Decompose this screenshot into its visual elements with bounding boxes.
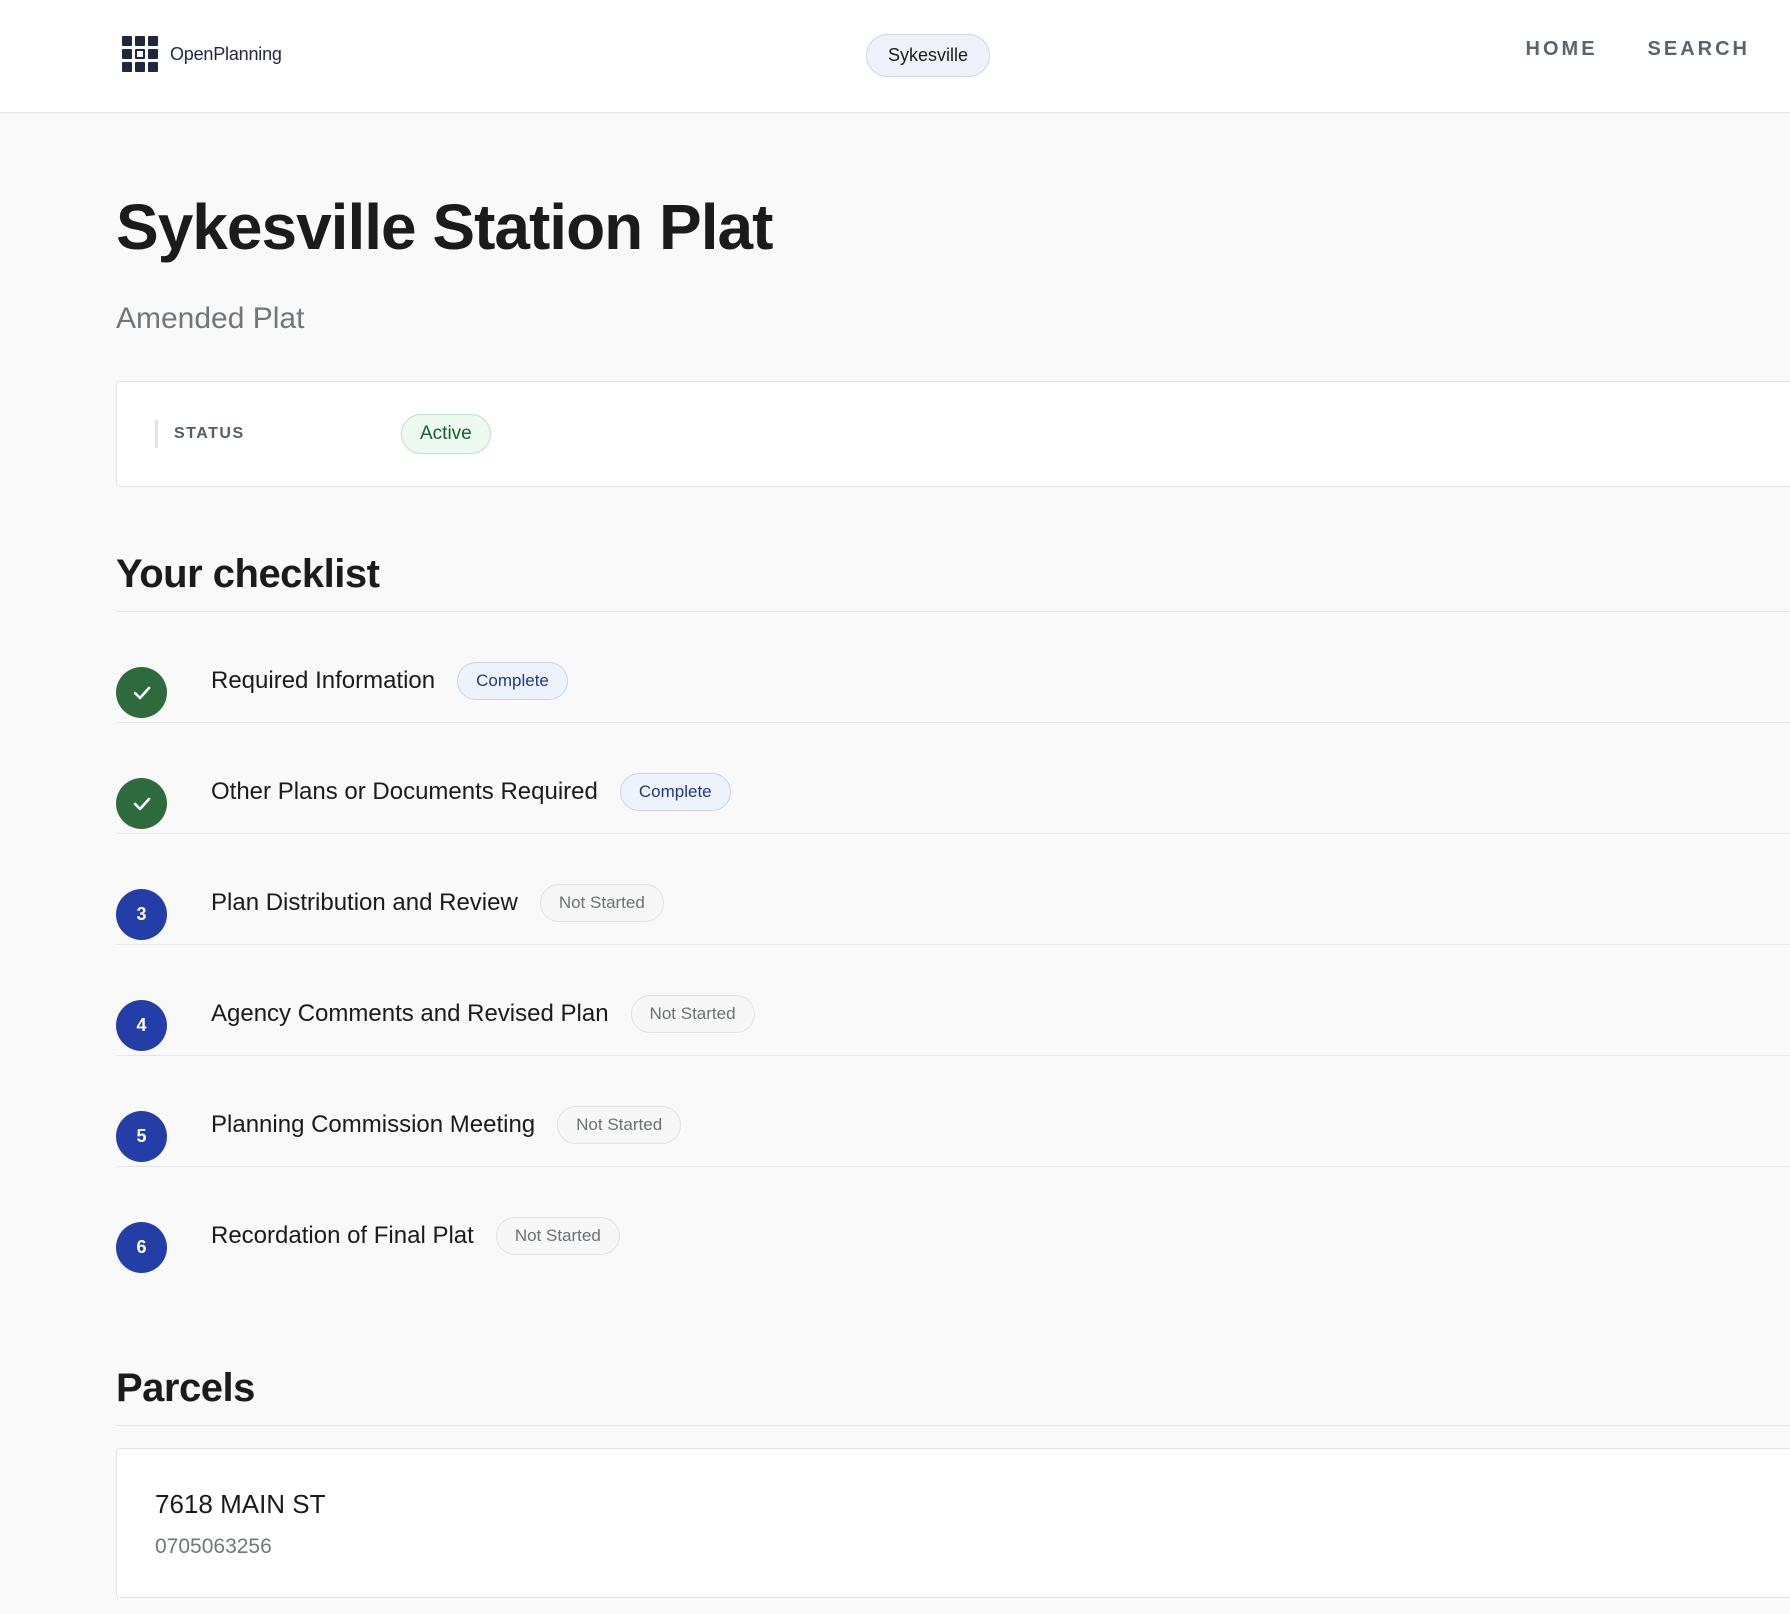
step-number: 4 xyxy=(116,1000,167,1051)
not-started-badge: Not Started xyxy=(630,995,755,1033)
not-started-badge: Not Started xyxy=(495,1217,620,1255)
check-icon xyxy=(116,667,167,718)
checklist-item-title[interactable]: Recordation of Final Plat xyxy=(211,1222,474,1250)
checklist-item[interactable]: 5 Planning Commission Meeting Not Starte… xyxy=(116,1056,1790,1167)
checklist-item[interactable]: 4 Agency Comments and Revised Plan Not S… xyxy=(116,945,1790,1056)
parcels-divider xyxy=(116,1425,1790,1426)
checklist-item-title[interactable]: Planning Commission Meeting xyxy=(211,1111,535,1139)
checklist: Required Information Complete Other Plan… xyxy=(116,612,1790,1278)
page-title: Sykesville Station Plat xyxy=(116,191,773,263)
logo-text: OpenPlanning xyxy=(170,43,282,64)
checklist-item[interactable]: 3 Plan Distribution and Review Not Start… xyxy=(116,834,1790,945)
complete-badge: Complete xyxy=(619,773,731,811)
step-number: 3 xyxy=(116,889,167,940)
step-number: 6 xyxy=(116,1222,167,1273)
parcels-heading: Parcels xyxy=(116,1366,255,1410)
checklist-item[interactable]: Required Information Complete xyxy=(116,612,1790,723)
main-nav: HOME SEARCH xyxy=(1476,38,1750,61)
complete-badge: Complete xyxy=(457,662,568,700)
checklist-item-title[interactable]: Required Information xyxy=(211,667,435,695)
status-label: STATUS xyxy=(155,420,245,448)
checklist-item-title[interactable]: Agency Comments and Revised Plan xyxy=(211,1000,609,1028)
not-started-badge: Not Started xyxy=(557,1106,682,1144)
jurisdiction-pill[interactable]: Sykesville xyxy=(866,34,990,77)
nav-home-link[interactable]: HOME xyxy=(1526,38,1598,61)
checklist-item-title[interactable]: Other Plans or Documents Required xyxy=(211,778,598,806)
page-subtitle: Amended Plat xyxy=(116,302,305,335)
checklist-item[interactable]: 6 Recordation of Final Plat Not Started xyxy=(116,1167,1790,1278)
grid-logo-icon xyxy=(122,36,158,72)
status-badge: Active xyxy=(401,414,491,454)
checklist-item[interactable]: Other Plans or Documents Required Comple… xyxy=(116,723,1790,834)
check-icon xyxy=(116,778,167,829)
checklist-item-title[interactable]: Plan Distribution and Review xyxy=(211,889,518,917)
site-header: OpenPlanning Sykesville HOME SEARCH xyxy=(0,0,1790,113)
parcel-card[interactable]: 7618 MAIN ST 0705063256 xyxy=(116,1448,1790,1598)
not-started-badge: Not Started xyxy=(539,884,664,922)
checklist-heading: Your checklist xyxy=(116,552,380,596)
step-number: 5 xyxy=(116,1111,167,1162)
nav-search-link[interactable]: SEARCH xyxy=(1648,38,1750,61)
parcel-number: 0705063256 xyxy=(155,1535,272,1558)
site-logo[interactable]: OpenPlanning xyxy=(122,36,282,72)
parcel-address[interactable]: 7618 MAIN ST xyxy=(155,1489,326,1520)
status-card: STATUS Active xyxy=(116,381,1790,487)
